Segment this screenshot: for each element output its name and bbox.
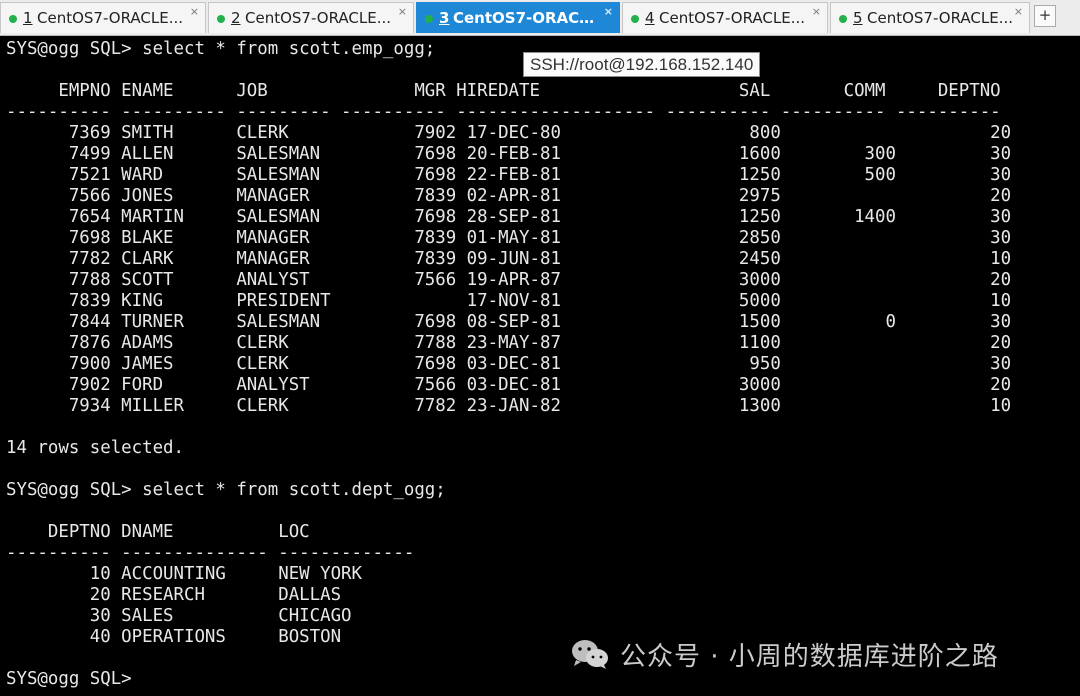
terminal-line: 7566 JONES MANAGER 7839 02-APR-81 2975 2…: [6, 186, 1012, 206]
terminal-line: EMPNO ENAME JOB MGR HIREDATE SAL COMM DE…: [6, 81, 1001, 101]
tab-title: CentOS7-ORACLE...: [659, 9, 806, 27]
close-icon[interactable]: ×: [190, 5, 199, 18]
tab-number: 1: [23, 9, 33, 27]
tab-bar: 1 CentOS7-ORACLE... × 2 CentOS7-ORACLE..…: [0, 0, 1080, 36]
tab-title: CentOS7-ORACLE...: [245, 9, 392, 27]
tab-title: CentOS7-ORACLE...: [37, 9, 184, 27]
terminal-line: 14 rows selected.: [6, 438, 184, 458]
terminal-line: DEPTNO DNAME LOC: [6, 522, 310, 542]
terminal-line: 7698 BLAKE MANAGER 7839 01-MAY-81 2850 3…: [6, 228, 1012, 248]
terminal-line: 7654 MARTIN SALESMAN 7698 28-SEP-81 1250…: [6, 207, 1012, 227]
terminal-line: 7521 WARD SALESMAN 7698 22-FEB-81 1250 5…: [6, 165, 1012, 185]
watermark: 公众号 · 小周的数据库进阶之路: [570, 636, 999, 672]
close-icon[interactable]: ×: [398, 5, 407, 18]
tab-3[interactable]: 3 CentOS7-ORACLE... ×: [416, 2, 620, 33]
terminal-line: 7782 CLARK MANAGER 7839 09-JUN-81 2450 1…: [6, 249, 1012, 269]
tab-4[interactable]: 4 CentOS7-ORACLE... ×: [622, 2, 828, 33]
tab-number: 4: [645, 9, 655, 27]
tab-2[interactable]: 2 CentOS7-ORACLE... ×: [208, 2, 414, 33]
tab-title: CentOS7-ORACLE...: [453, 9, 603, 27]
terminal-line: 7788 SCOTT ANALYST 7566 19-APR-87 3000 2…: [6, 270, 1012, 290]
connected-dot-icon: [631, 15, 639, 23]
terminal-line: 7839 KING PRESIDENT 17-NOV-81 5000 10: [6, 291, 1012, 311]
tab-number: 2: [231, 9, 241, 27]
terminal-line: 7844 TURNER SALESMAN 7698 08-SEP-81 1500…: [6, 312, 1012, 332]
terminal-line: 7499 ALLEN SALESMAN 7698 20-FEB-81 1600 …: [6, 144, 1012, 164]
terminal-window[interactable]: SYS@ogg SQL> select * from scott.emp_ogg…: [0, 36, 1080, 696]
close-icon[interactable]: ×: [1014, 5, 1023, 18]
terminal-line: 7934 MILLER CLERK 7782 23-JAN-82 1300 10: [6, 396, 1012, 416]
tab-title: CentOS7-ORACLE...: [867, 9, 1014, 27]
terminal-line: 7900 JAMES CLERK 7698 03-DEC-81 950 30: [6, 354, 1012, 374]
connected-dot-icon: [217, 15, 225, 23]
tab-number: 5: [853, 9, 863, 27]
ssh-tooltip: SSH://root@192.168.152.140: [523, 52, 761, 77]
tab-5[interactable]: 5 CentOS7-ORACLE... ×: [830, 2, 1030, 33]
wechat-icon: [570, 638, 610, 670]
terminal-line: 30 SALES CHICAGO: [6, 606, 352, 626]
close-icon[interactable]: ×: [812, 5, 821, 18]
terminal-output: SYS@ogg SQL> select * from scott.emp_ogg…: [6, 39, 1011, 690]
terminal-line: 7876 ADAMS CLERK 7788 23-MAY-87 1100 20: [6, 333, 1012, 353]
tab-number: 3: [439, 9, 450, 27]
connected-dot-icon: [9, 15, 17, 23]
terminal-line: SYS@ogg SQL> select * from scott.emp_ogg…: [6, 39, 436, 59]
terminal-line: 7369 SMITH CLERK 7902 17-DEC-80 800 20: [6, 123, 1012, 143]
terminal-line: 20 RESEARCH DALLAS: [6, 585, 342, 605]
terminal-line: SYS@ogg SQL> select * from scott.dept_og…: [6, 480, 446, 500]
terminal-line: ---------- -------------- -------------: [6, 543, 415, 563]
tab-1[interactable]: 1 CentOS7-ORACLE... ×: [0, 2, 206, 33]
watermark-text: 公众号 · 小周的数据库进阶之路: [620, 641, 999, 672]
new-tab-button[interactable]: +: [1034, 5, 1056, 27]
terminal-line: 7902 FORD ANALYST 7566 03-DEC-81 3000 20: [6, 375, 1012, 395]
terminal-line: ---------- ---------- --------- --------…: [6, 102, 1001, 122]
connected-dot-icon: [425, 15, 433, 23]
connected-dot-icon: [839, 15, 847, 23]
close-icon[interactable]: ×: [604, 5, 613, 18]
terminal-line: 10 ACCOUNTING NEW YORK: [6, 564, 362, 584]
